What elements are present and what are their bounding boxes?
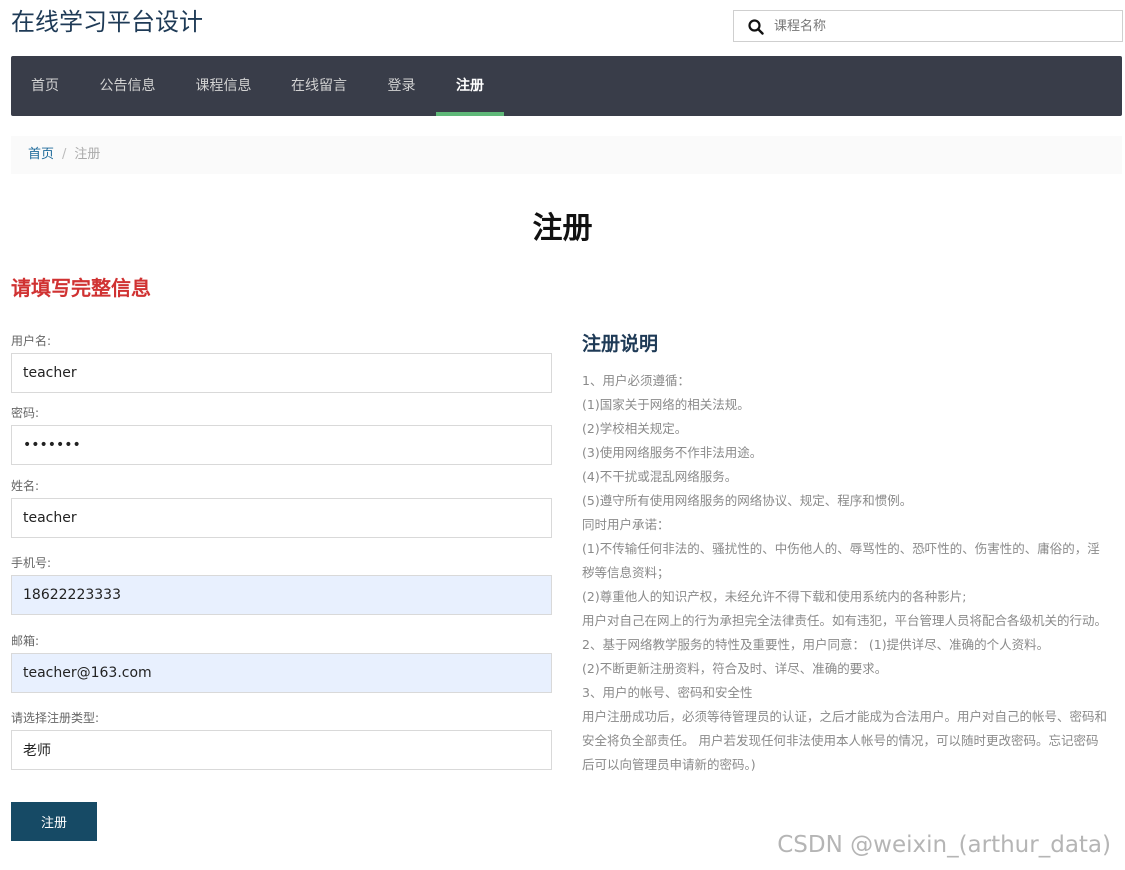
notes-line: (5)遵守所有使用网络服务的网络协议、规定、程序和惯例。 xyxy=(582,493,913,508)
notes-line: 1、用户必须遵循： xyxy=(582,373,690,388)
nav-item-home[interactable]: 首页 xyxy=(11,56,79,116)
password-label: 密码: xyxy=(11,406,40,420)
notes-line: 用户注册成功后，必须等待管理员的认证，之后才能成为合法用户。用户对自己的帐号、密… xyxy=(582,709,1108,772)
username-label: 用户名: xyxy=(11,334,52,348)
notes-line: (2)尊重他人的知识产权，未经允许不得下载和使用系统内的各种影片; xyxy=(582,589,967,604)
notes-line: (1)不传输任何非法的、骚扰性的、中伤他人的、辱骂性的、恐吓性的、伤害性的、庸俗… xyxy=(582,541,1100,580)
search-input[interactable] xyxy=(774,11,1114,41)
register-type-select[interactable] xyxy=(11,730,552,770)
registration-notes: 1、用户必须遵循： (1)国家关于网络的相关法规。 (2)学校相关规定。 (3)… xyxy=(582,369,1107,777)
name-label: 姓名: xyxy=(11,479,40,493)
form-heading: 请填写完整信息 xyxy=(11,276,151,300)
notes-title: 注册说明 xyxy=(582,333,659,355)
nav-item-announcements[interactable]: 公告信息 xyxy=(79,56,176,116)
watermark: CSDN @weixin_(arthur_data) xyxy=(777,832,1111,858)
breadcrumb-home-link[interactable]: 首页 xyxy=(28,147,54,162)
password-input[interactable] xyxy=(11,425,552,465)
nav-item-messages[interactable]: 在线留言 xyxy=(271,56,367,116)
nav-item-register[interactable]: 注册 xyxy=(436,56,504,116)
nav-item-login[interactable]: 登录 xyxy=(367,56,436,116)
notes-line: (4)不干扰或混乱网络服务。 xyxy=(582,469,738,484)
email-input[interactable] xyxy=(11,653,552,693)
notes-line: (3)使用网络服务不作非法用途。 xyxy=(582,445,763,460)
notes-line: 2、基于网络教学服务的特性及重要性，用户同意： (1)提供详尽、准确的个人资料。 xyxy=(582,637,1050,652)
breadcrumb: 首页 / 注册 xyxy=(11,136,1122,174)
site-title: 在线学习平台设计 xyxy=(11,8,203,36)
notes-line: (2)学校相关规定。 xyxy=(582,421,688,436)
page-title: 注册 xyxy=(532,211,593,246)
notes-line: (2)不断更新注册资料，符合及时、详尽、准确的要求。 xyxy=(582,661,888,676)
notes-line: 同时用户承诺： xyxy=(582,517,670,532)
breadcrumb-separator: / xyxy=(62,147,67,162)
name-input[interactable] xyxy=(11,498,552,538)
search-icon[interactable] xyxy=(748,19,764,35)
username-input[interactable] xyxy=(11,353,552,393)
phone-input[interactable] xyxy=(11,575,552,615)
nav-item-courses[interactable]: 课程信息 xyxy=(176,56,271,116)
main-navbar: 首页 公告信息 课程信息 在线留言 登录 注册 xyxy=(11,56,1122,116)
register-type-label: 请选择注册类型: xyxy=(11,711,100,725)
register-button[interactable]: 注册 xyxy=(11,802,97,841)
search-box[interactable] xyxy=(733,10,1123,42)
breadcrumb-current: 注册 xyxy=(74,147,101,162)
phone-label: 手机号: xyxy=(11,556,52,570)
notes-line: 用户对自己在网上的行为承担完全法律责任。如有违犯，平台管理人员将配合各级机关的行… xyxy=(582,613,1108,628)
notes-line: (1)国家关于网络的相关法规。 xyxy=(582,397,750,412)
email-label: 邮箱: xyxy=(11,634,40,648)
notes-line: 3、用户的帐号、密码和安全性 xyxy=(582,685,753,700)
